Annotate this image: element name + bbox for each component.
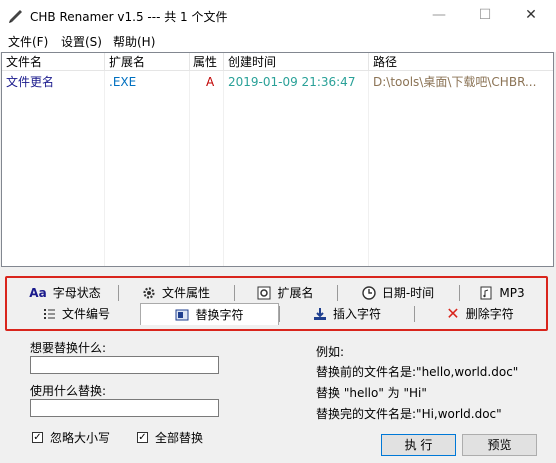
music-file-icon: [480, 286, 492, 300]
gear-icon: [143, 287, 155, 299]
close-button[interactable]: ✕: [508, 0, 554, 30]
column-divider: [223, 71, 224, 266]
tab-label: 日期-时间: [381, 286, 435, 300]
replace-label: 使用什么替换:: [30, 384, 107, 398]
tab-date-time[interactable]: 日期-时间: [338, 283, 458, 303]
row-attribute[interactable]: A: [190, 73, 223, 91]
find-label: 想要替换什么:: [30, 341, 107, 355]
delete-icon: ✕: [446, 304, 460, 323]
example-line-1: 替换前的文件名是:"hello,world.doc": [316, 365, 519, 379]
execute-button[interactable]: 执 行: [381, 434, 456, 456]
replace-icon: [175, 309, 189, 320]
window-title: CHB Renamer v1.5 --- 共 1 个文件: [30, 10, 228, 24]
tab-label: 插入字符: [332, 307, 381, 321]
row-created-time[interactable]: 2019-01-09 21:36:47: [224, 73, 368, 91]
numbered-list-icon: [43, 309, 55, 319]
menu-bar: 文件(F) 设置(S) 帮助(H): [0, 30, 556, 52]
tab-label: 替换字符: [195, 307, 244, 322]
example-heading: 例如:: [316, 345, 345, 359]
column-header-path[interactable]: 路径: [369, 53, 553, 71]
preview-button[interactable]: 预览: [462, 434, 537, 456]
extension-icon: [257, 286, 271, 300]
tab-label: 文件编号: [61, 307, 110, 321]
row-filename[interactable]: 文件更名: [2, 73, 104, 91]
find-input[interactable]: [30, 356, 219, 374]
column-header-attr[interactable]: 属性: [190, 53, 224, 71]
tab-label: 文件属性: [161, 286, 210, 300]
column-header-created[interactable]: 创建时间: [224, 53, 369, 71]
maximize-button[interactable]: ☐: [462, 0, 508, 30]
letter-case-icon: Aa: [29, 286, 47, 300]
title-bar: CHB Renamer v1.5 --- 共 1 个文件 — ☐ ✕: [0, 0, 556, 30]
ignore-case-checkbox[interactable]: ✓: [32, 432, 43, 443]
insert-icon: [313, 308, 326, 320]
replace-all-checkbox[interactable]: ✓: [137, 432, 148, 443]
tab-label: 删除字符: [465, 307, 514, 321]
column-divider: [189, 71, 190, 266]
tab-delete-chars[interactable]: ✕ 删除字符: [415, 304, 545, 324]
menu-settings[interactable]: 设置(S): [61, 33, 102, 50]
column-header-name[interactable]: 文件名: [2, 53, 105, 71]
tab-mp3[interactable]: MP3: [460, 283, 544, 303]
row-path[interactable]: D:\tools\桌面\下载吧\CHBR...: [369, 73, 552, 91]
ignore-case-label: 忽略大小写: [50, 431, 111, 445]
column-divider: [104, 71, 105, 266]
tab-label: 扩展名: [277, 286, 314, 300]
tab-replace-chars[interactable]: 替换字符: [140, 303, 279, 325]
tab-insert-chars[interactable]: 插入字符: [280, 304, 414, 324]
clock-icon: [362, 286, 376, 300]
example-line-2: 替换 "hello" 为 "Hi": [316, 386, 427, 400]
tab-file-attributes[interactable]: 文件属性: [119, 283, 233, 303]
example-line-3: 替换完的文件名是:"Hi,world.doc": [316, 407, 502, 421]
column-header-ext[interactable]: 扩展名: [105, 53, 190, 71]
tab-file-numbering[interactable]: 文件编号: [12, 304, 140, 324]
tab-letter-case[interactable]: Aa 字母状态: [12, 283, 118, 303]
app-icon: [9, 10, 22, 23]
file-list[interactable]: 文件名 扩展名 属性 创建时间 路径 文件更名 .EXE A 2019-01-0…: [1, 52, 554, 267]
minimize-button[interactable]: —: [416, 0, 462, 30]
menu-file[interactable]: 文件(F): [8, 33, 48, 50]
tab-label: 字母状态: [52, 286, 101, 300]
replace-input[interactable]: [30, 399, 219, 417]
menu-help[interactable]: 帮助(H): [113, 33, 155, 50]
row-extension[interactable]: .EXE: [105, 73, 189, 91]
tab-extension[interactable]: 扩展名: [235, 283, 336, 303]
tab-label: MP3: [499, 286, 525, 300]
column-divider: [368, 71, 369, 266]
replace-all-label: 全部替换: [155, 431, 204, 445]
